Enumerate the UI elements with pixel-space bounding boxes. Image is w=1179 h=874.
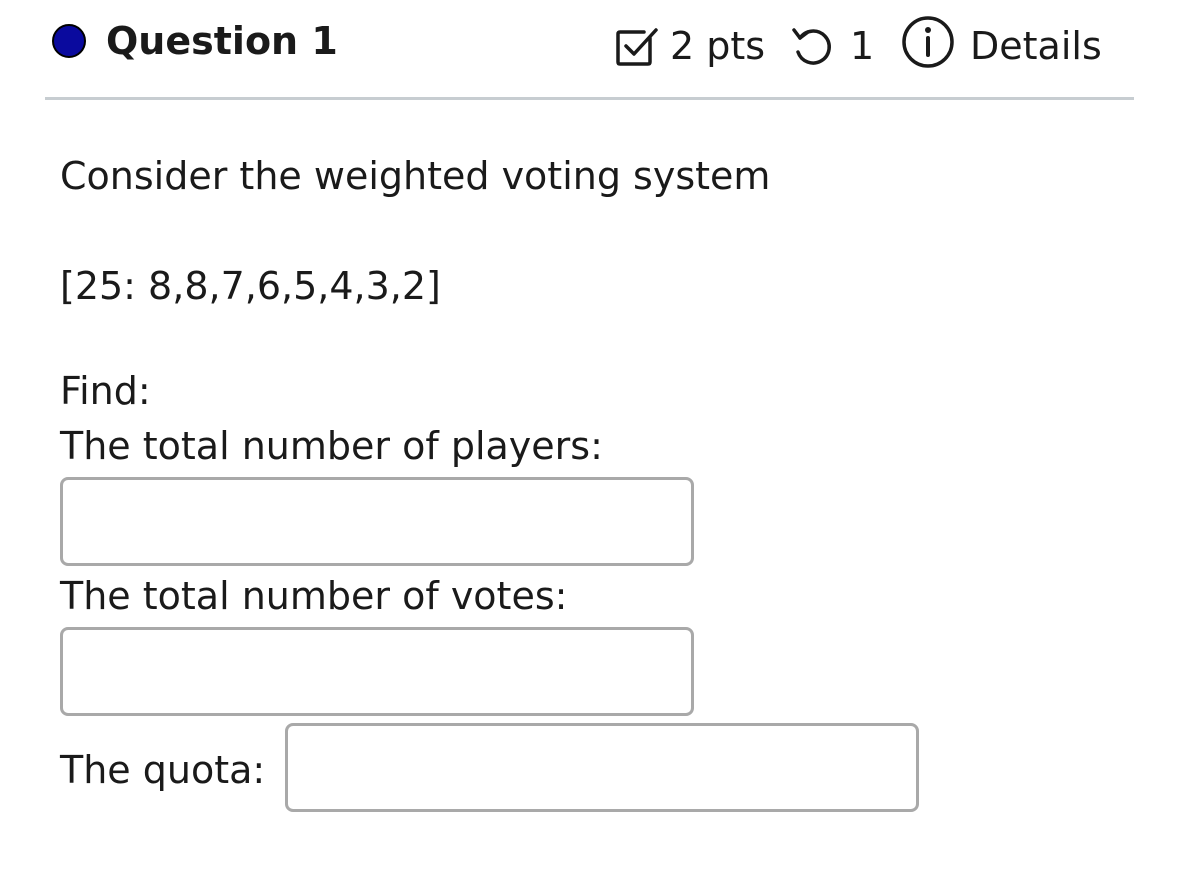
attempts-count: 1 xyxy=(850,24,875,68)
quota-label: The quota: xyxy=(60,748,266,792)
players-label: The total number of players: xyxy=(60,424,603,468)
players-answer-input[interactable] xyxy=(60,477,694,566)
quota-answer-input[interactable] xyxy=(285,723,919,812)
info-icon[interactable] xyxy=(900,14,956,70)
find-label: Find: xyxy=(60,369,151,413)
checkbox-icon xyxy=(616,28,658,66)
votes-answer-input[interactable] xyxy=(60,627,694,716)
prompt-intro: Consider the weighted voting system xyxy=(60,154,771,198)
question-header: Question 1 2 pts 1 Details xyxy=(0,0,1179,100)
question-status-dot xyxy=(52,24,86,58)
question-title: Question 1 xyxy=(106,19,338,63)
header-divider xyxy=(45,97,1134,100)
retry-icon xyxy=(792,28,831,65)
voting-system-notation: [25: 8,8,7,6,5,4,3,2] xyxy=(60,264,441,308)
votes-label: The total number of votes: xyxy=(60,574,568,618)
details-link[interactable]: Details xyxy=(970,16,1102,76)
points-label: 2 pts xyxy=(670,24,766,68)
